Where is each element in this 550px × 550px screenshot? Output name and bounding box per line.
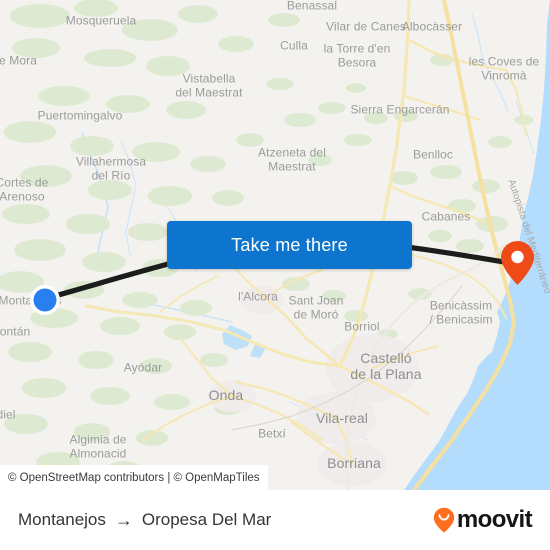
route-summary: Montanejos → Oropesa Del Mar xyxy=(18,510,271,531)
moovit-wordmark: moovit xyxy=(456,506,533,533)
moovit-logo[interactable]: moovit xyxy=(433,506,533,533)
attribution-text: © OpenStreetMap contributors | © OpenMap… xyxy=(8,471,260,484)
map-attribution[interactable]: © OpenStreetMap contributors | © OpenMap… xyxy=(0,465,268,490)
take-me-there-button[interactable]: Take me there xyxy=(167,221,412,269)
arrow-right-icon: → xyxy=(114,509,133,530)
destination-label: Oropesa Del Mar xyxy=(141,510,272,529)
map-share-card: Mosqueruela Benassal Vilar de Canes Albocàs… xyxy=(0,0,550,550)
destination-marker[interactable] xyxy=(500,240,535,286)
footer-bar: Montanejos → Oropesa Del Mar moovit xyxy=(0,490,550,550)
origin-label: Montanejos xyxy=(18,510,106,529)
moovit-pin-icon xyxy=(433,507,455,533)
origin-marker[interactable] xyxy=(26,281,64,319)
